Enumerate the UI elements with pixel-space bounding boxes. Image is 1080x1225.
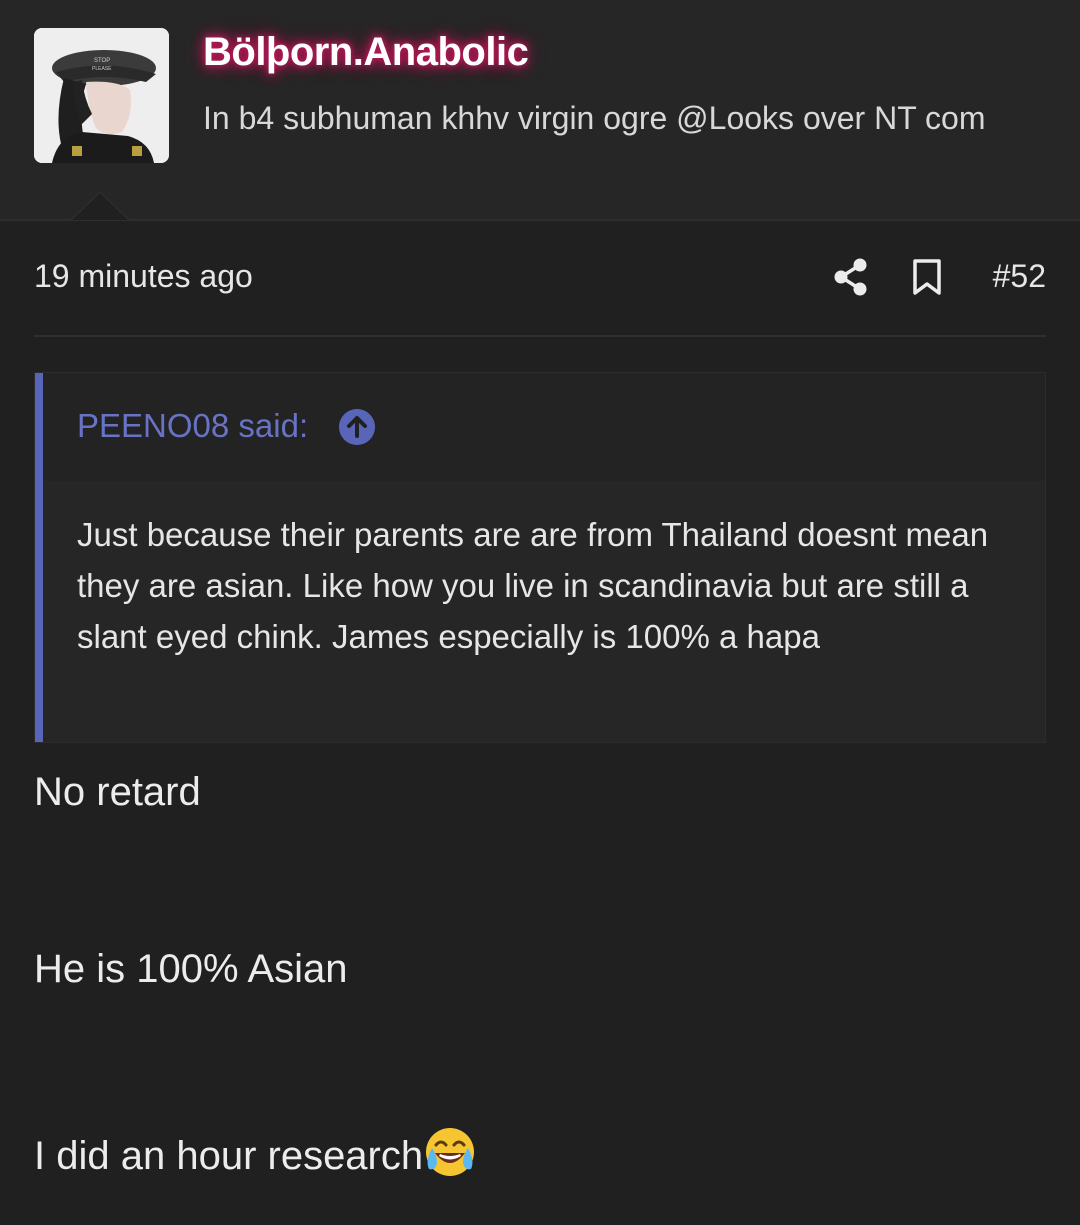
reply-line: I did an hour research xyxy=(34,1125,477,1179)
post-timestamp[interactable]: 19 minutes ago xyxy=(34,258,253,295)
quote-block: PEENO08 said: Just because their parents… xyxy=(34,372,1046,743)
quote-author[interactable]: PEENO08 said: xyxy=(77,407,308,445)
svg-text:STOP: STOP xyxy=(94,58,110,64)
user-avatar[interactable]: STOP PLEASE xyxy=(34,28,169,163)
user-title: In b4 subhuman khhv virgin ogre @Looks o… xyxy=(203,100,986,136)
quote-header: PEENO08 said: xyxy=(43,373,1045,481)
avatar-photo: STOP PLEASE xyxy=(34,28,169,163)
username[interactable]: Bölþorn.Anabolic xyxy=(203,30,529,75)
post-number[interactable]: #52 xyxy=(993,258,1046,295)
arrow-up-circle-icon[interactable] xyxy=(339,409,375,445)
header-pointer xyxy=(70,191,130,220)
quote-text: Just because their parents are are from … xyxy=(77,516,989,655)
reply-line: He is 100% Asian xyxy=(34,947,348,992)
svg-text:PLEASE: PLEASE xyxy=(92,66,112,72)
reply-text: I did an hour research xyxy=(34,1134,424,1178)
bookmark-icon[interactable] xyxy=(912,258,942,296)
reply-text: He is 100% Asian xyxy=(34,947,348,991)
face-with-tears-of-joy-emoji xyxy=(426,1128,475,1176)
reply-line: No retard xyxy=(34,770,201,815)
post-meta: 19 minutes ago #52 xyxy=(34,240,1046,337)
post-header: STOP PLEASE Bölþorn.Anabolic In b4 subhu… xyxy=(0,0,1080,221)
quote-accent-bar xyxy=(35,373,43,742)
reply-text: No retard xyxy=(34,770,201,814)
share-icon[interactable] xyxy=(834,258,868,296)
